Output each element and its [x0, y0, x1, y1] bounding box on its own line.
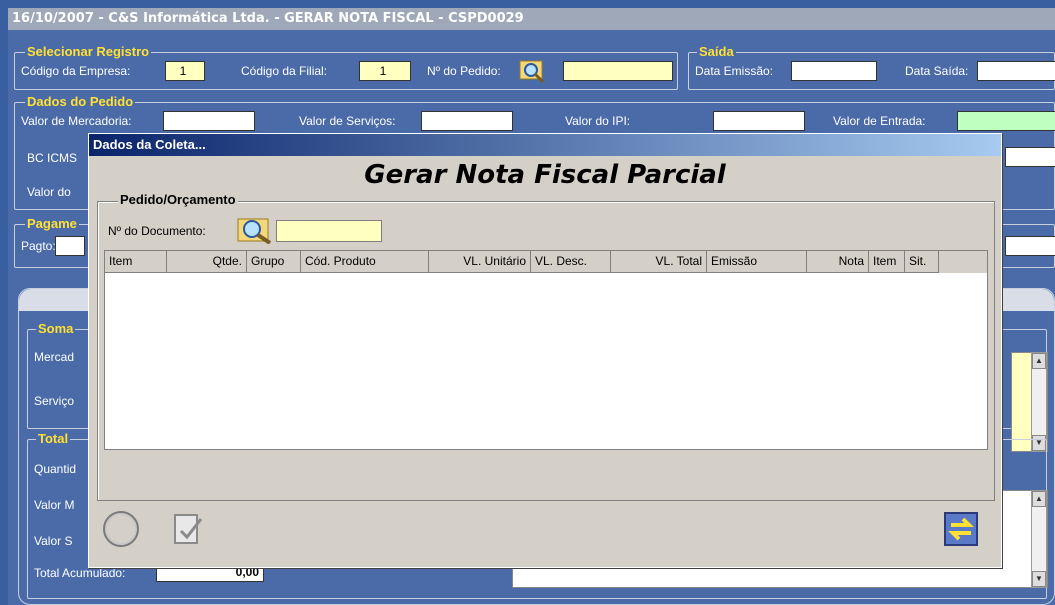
scroll-down-icon[interactable]: ▼	[1032, 571, 1046, 587]
bc-icms-label: BC ICMS	[27, 151, 78, 165]
quant-label: Quantid	[34, 462, 77, 476]
pagamento-legend: Pagame	[25, 216, 79, 232]
col-vl-total[interactable]: VL. Total	[611, 251, 707, 273]
col-vl-desc[interactable]: VL. Desc.	[531, 251, 611, 273]
pedido-field[interactable]	[563, 61, 673, 81]
soma-legend: Soma	[36, 321, 76, 337]
exit-button[interactable]	[941, 509, 981, 549]
soma-scrollbar[interactable]: ▲ ▼	[1031, 352, 1047, 452]
valor-m-label: Valor M	[34, 498, 75, 512]
col-emissao[interactable]: Emissão	[707, 251, 807, 273]
items-grid[interactable]: Item Qtde. Grupo Cód. Produto VL. Unitár…	[104, 250, 988, 450]
edit-button[interactable]	[167, 509, 207, 549]
valor-entrada-label: Valor de Entrada:	[833, 114, 926, 128]
dados-pedido-legend: Dados do Pedido	[25, 94, 136, 110]
data-saida-label: Data Saída:	[905, 64, 969, 78]
dialog-heading: Gerar Nota Fiscal Parcial	[364, 160, 726, 190]
empresa-label: Código da Empresa:	[21, 64, 131, 78]
scroll-up-icon[interactable]: ▲	[1032, 353, 1046, 369]
total-legend: Total	[36, 431, 71, 447]
pedido-label: Nº do Pedido:	[427, 64, 501, 78]
col-cod-produto[interactable]: Cód. Produto	[301, 251, 429, 273]
selecionar-registro-group: Selecionar Registro Código da Empresa: 1…	[14, 44, 678, 90]
valor-s-label: Valor S	[34, 534, 73, 548]
right-field-1[interactable]	[1005, 147, 1055, 167]
search-icon[interactable]	[236, 216, 276, 245]
search-icon[interactable]	[519, 58, 545, 84]
doc-field[interactable]	[276, 220, 382, 242]
valor-serv-label: Valor de Serviços:	[299, 114, 396, 128]
valor-merc-field[interactable]	[163, 111, 255, 131]
data-emissao-field[interactable]	[791, 61, 877, 81]
valor-ipi-label: Valor do IPI:	[565, 114, 631, 128]
doc-label: Nº do Documento:	[108, 224, 206, 238]
acumulado-label: Total Acumulado:	[34, 566, 126, 580]
valor-serv-field[interactable]	[421, 111, 513, 131]
col-nota[interactable]: Nota	[807, 251, 869, 273]
soma-serv-label: Serviço	[34, 394, 75, 408]
record-button[interactable]	[101, 509, 141, 549]
col-grupo[interactable]: Grupo	[247, 251, 301, 273]
pagto-field[interactable]	[55, 236, 85, 256]
filial-field[interactable]: 1	[359, 61, 411, 81]
right-field-2[interactable]	[1005, 236, 1055, 256]
valor-do-label: Valor do	[27, 185, 71, 199]
valor-entrada-field[interactable]	[957, 111, 1055, 131]
selecionar-registro-legend: Selecionar Registro	[25, 44, 152, 60]
valor-ipi-field[interactable]	[713, 111, 805, 131]
col-sit[interactable]: Sit.	[905, 251, 939, 273]
pedido-orcamento-group: Pedido/Orçamento Nº do Documento: Item Q…	[97, 192, 995, 501]
valor-merc-label: Valor de Mercadoria:	[21, 114, 132, 128]
data-emissao-label: Data Emissão:	[695, 64, 774, 78]
window-title: 16/10/2007 - C&S Informática Ltda. - GER…	[8, 8, 1055, 30]
dialog-title: Dados da Coleta...	[89, 134, 1001, 156]
col-item[interactable]: Item	[105, 251, 167, 273]
main-window: 16/10/2007 - C&S Informática Ltda. - GER…	[0, 0, 1055, 605]
pedido-orcamento-legend: Pedido/Orçamento	[118, 192, 238, 207]
soma-merc-label: Mercad	[34, 350, 75, 364]
saida-legend: Saída	[697, 44, 736, 60]
data-saida-field[interactable]	[977, 61, 1055, 81]
filial-label: Código da Filial:	[241, 64, 328, 78]
col-item-2[interactable]: Item	[869, 251, 905, 273]
saida-group: Saída Data Emissão: Data Saída:	[688, 44, 1055, 90]
col-qtde[interactable]: Qtde.	[167, 251, 247, 273]
grid-header: Item Qtde. Grupo Cód. Produto VL. Unitár…	[105, 251, 987, 273]
scroll-up-icon[interactable]: ▲	[1032, 491, 1046, 507]
col-vl-unitario[interactable]: VL. Unitário	[429, 251, 531, 273]
pagto-label: Pagto:	[21, 239, 56, 253]
dados-coleta-dialog: Dados da Coleta... Gerar Nota Fiscal Par…	[88, 133, 1002, 568]
total-scrollbar[interactable]: ▲ ▼	[1031, 490, 1047, 588]
empresa-field[interactable]: 1	[165, 61, 205, 81]
